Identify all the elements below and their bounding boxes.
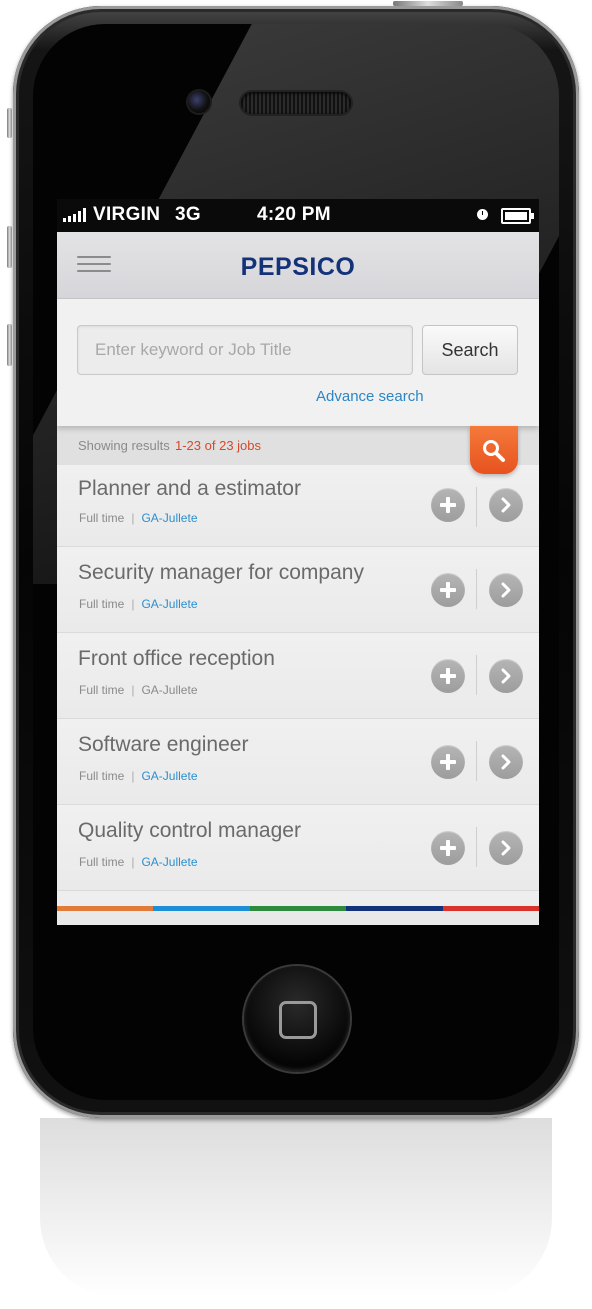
chevron-right-icon [501, 668, 511, 684]
power-button [393, 1, 463, 6]
job-meta: Full time | GA-Jullete [79, 683, 198, 697]
job-title: Planner and a estimator [78, 477, 301, 500]
view-job-button[interactable] [489, 831, 523, 865]
status-bar: VIRGIN 3G 4:20 PM [57, 199, 539, 232]
job-type: Full time [79, 855, 125, 869]
divider [476, 569, 477, 609]
job-meta: Full time | GA-Jullete [79, 597, 198, 611]
add-job-button[interactable] [431, 573, 465, 607]
alarm-clock-icon [477, 209, 488, 220]
divider [476, 655, 477, 695]
divider [476, 487, 477, 527]
search-icon [483, 440, 505, 462]
job-type: Full time [79, 769, 125, 783]
search-button[interactable]: Search [422, 325, 518, 375]
mute-switch [7, 108, 12, 138]
status-time: 4:20 PM [257, 204, 331, 225]
phone-reflection [40, 1118, 552, 1298]
job-type: Full time [79, 683, 125, 697]
results-count: 1-23 of 23 jobs [175, 438, 262, 453]
search-input[interactable] [77, 325, 413, 375]
job-title: Security manager for company [78, 561, 364, 584]
add-job-button[interactable] [431, 831, 465, 865]
job-title: Software engineer [78, 733, 249, 756]
chevron-right-icon [501, 497, 511, 513]
add-job-button[interactable] [431, 745, 465, 779]
divider [476, 741, 477, 781]
volume-up-button [7, 226, 12, 268]
search-fab-button[interactable] [470, 426, 518, 474]
list-item[interactable]: Software engineer Full time | GA-Jullete [57, 719, 539, 805]
list-item[interactable]: Security manager for company Full time | G… [57, 547, 539, 633]
job-location[interactable]: GA-Jullete [141, 855, 197, 869]
divider [476, 827, 477, 867]
job-location[interactable]: GA-Jullete [141, 597, 197, 611]
search-panel: Search Advance search [57, 299, 539, 426]
list-item[interactable]: Front office reception Full time | GA-Jull… [57, 633, 539, 719]
signal-strength-icon [63, 208, 86, 222]
view-job-button[interactable] [489, 573, 523, 607]
screen-bottom [57, 911, 539, 925]
home-square-icon [279, 1001, 317, 1039]
nav-bar: PEPSICO [57, 232, 539, 299]
battery-icon [501, 208, 534, 224]
network-type: 3G [175, 204, 201, 225]
add-job-button[interactable] [431, 488, 465, 522]
job-location[interactable]: GA-Jullete [141, 683, 197, 697]
view-job-button[interactable] [489, 659, 523, 693]
job-type: Full time [79, 597, 125, 611]
chevron-right-icon [501, 754, 511, 770]
list-item[interactable]: Quality control manager Full time | GA-Jul… [57, 805, 539, 891]
home-button[interactable] [244, 966, 350, 1072]
front-camera [188, 91, 210, 113]
carrier-name: VIRGIN [93, 204, 161, 225]
job-type: Full time [79, 511, 125, 525]
volume-down-button [7, 324, 12, 366]
job-location[interactable]: GA-Jullete [141, 511, 197, 525]
job-list: Planner and a estimator Full time | GA-Jul… [57, 465, 539, 891]
view-job-button[interactable] [489, 745, 523, 779]
earpiece-speaker [241, 92, 351, 114]
job-meta: Full time | GA-Jullete [79, 855, 198, 869]
chevron-right-icon [501, 840, 511, 856]
pepsico-logo: PEPSICO [240, 253, 356, 281]
job-title: Quality control manager [78, 819, 301, 842]
job-meta: Full time | GA-Jullete [79, 511, 198, 525]
advance-search-link[interactable]: Advance search [316, 388, 424, 405]
chevron-right-icon [501, 582, 511, 598]
job-title: Front office reception [78, 647, 275, 670]
app-screen: VIRGIN 3G 4:20 PM PEPSICO Search Advance… [57, 199, 539, 925]
add-job-button[interactable] [431, 659, 465, 693]
results-label: Showing results [78, 438, 170, 453]
results-summary-bar: Showing results 1-23 of 23 jobs [57, 426, 539, 474]
view-job-button[interactable] [489, 488, 523, 522]
list-item[interactable]: Planner and a estimator Full time | GA-Jul… [57, 465, 539, 547]
job-location[interactable]: GA-Jullete [141, 769, 197, 783]
job-meta: Full time | GA-Jullete [79, 769, 198, 783]
